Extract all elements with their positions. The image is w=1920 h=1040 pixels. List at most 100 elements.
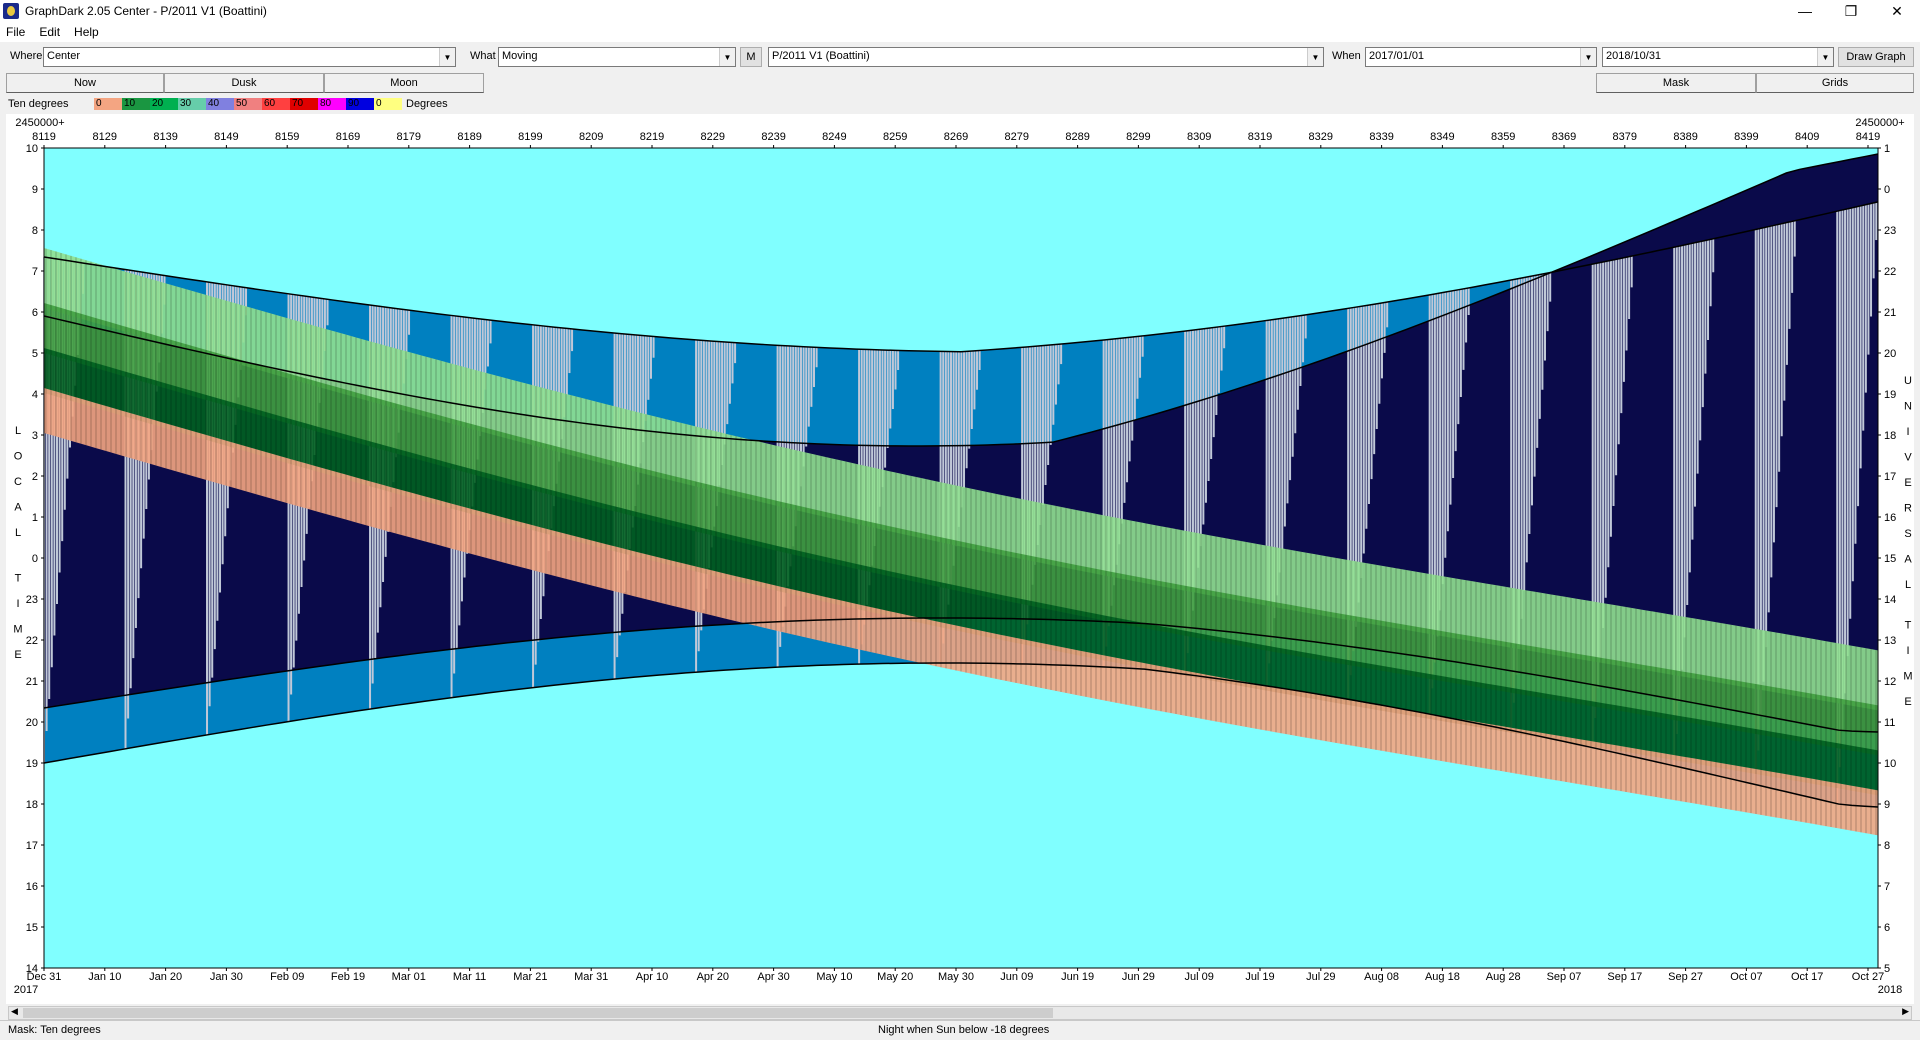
jd-tick: 8369: [1552, 131, 1576, 143]
restore-button[interactable]: ❐: [1828, 0, 1874, 22]
local-time-tick: 3: [32, 430, 38, 442]
chevron-down-icon: ▼: [1307, 48, 1323, 66]
local-time-tick: 15: [26, 922, 38, 934]
jd-tick: 8159: [275, 131, 299, 143]
close-button[interactable]: ✕: [1874, 0, 1920, 22]
ut-tick: 7: [1884, 881, 1890, 893]
ut-tick: 11: [1884, 717, 1895, 729]
jd-tick: 8349: [1430, 131, 1454, 143]
left-axis-letter: I: [16, 598, 19, 610]
jd-tick: 8339: [1369, 131, 1393, 143]
local-time-tick: 9: [32, 184, 38, 196]
right-axis-letter: E: [1904, 477, 1911, 489]
ut-tick: 20: [1884, 348, 1896, 360]
jd-tick: 8239: [761, 131, 785, 143]
menu-file[interactable]: File: [6, 25, 25, 39]
date-tick: Jul 29: [1306, 971, 1335, 983]
date-tick: Jan 30: [210, 971, 243, 983]
left-axis-letter: A: [14, 502, 22, 514]
legend-swatch: 90: [346, 98, 374, 110]
legend-swatch: 80: [318, 98, 346, 110]
when-end-select[interactable]: 2018/10/31 ▼: [1602, 47, 1834, 67]
scroll-left-icon[interactable]: ◀: [11, 1006, 18, 1017]
jd-tick: 8409: [1795, 131, 1819, 143]
jd-tick: 8219: [640, 131, 664, 143]
jd-tick: 8419: [1856, 131, 1880, 143]
local-time-tick: 0: [32, 553, 38, 565]
jd-tick: 8209: [579, 131, 603, 143]
where-select[interactable]: Center ▼: [43, 47, 456, 67]
tab-grids[interactable]: Grids: [1756, 73, 1914, 93]
right-tabs: Mask Grids: [1596, 73, 1914, 93]
jd-tick: 8129: [93, 131, 117, 143]
date-tick: Oct 27: [1852, 971, 1884, 983]
date-tick: Apr 10: [636, 971, 668, 983]
ut-tick: 6: [1884, 922, 1890, 934]
app-icon: [3, 3, 19, 19]
tab-mask[interactable]: Mask: [1596, 73, 1756, 93]
date-tick: Feb 19: [331, 971, 365, 983]
what-select[interactable]: Moving ▼: [498, 47, 736, 67]
legend-swatch: 0: [94, 98, 122, 110]
jd-tick: 8399: [1734, 131, 1758, 143]
darkness-graph: 2450000+ 2450000+8119 8129 8139 8149 8159 8169…: [13, 117, 1912, 996]
legend-bar: Ten degrees 0 10 20 30 40 50 60 70 80 90 0 Degrees: [6, 96, 1914, 112]
legend-swatch: 40: [206, 98, 234, 110]
jd-tick: 8119: [32, 131, 56, 143]
jd-prefix-left: 2450000+: [15, 117, 64, 129]
horizontal-scrollbar[interactable]: ◀ ▶: [8, 1006, 1912, 1020]
jd-tick: 8139: [153, 131, 177, 143]
legend-swatch: 50: [234, 98, 262, 110]
legend-swatch: 70: [290, 98, 318, 110]
right-axis-letter: N: [1904, 401, 1912, 413]
tab-now[interactable]: Now: [6, 73, 164, 93]
jd-prefix-right: 2450000+: [1855, 117, 1904, 129]
menu-help[interactable]: Help: [74, 25, 99, 39]
tab-dusk[interactable]: Dusk: [164, 73, 324, 93]
local-time-tick: 19: [26, 758, 38, 770]
status-bar: Mask: Ten degrees Night when Sun below -…: [0, 1020, 1920, 1040]
local-time-tick: 17: [26, 840, 38, 852]
left-axis-letter: M: [13, 624, 22, 636]
local-time-tick: 20: [26, 717, 38, 729]
date-tick: Jun 29: [1122, 971, 1155, 983]
m-button[interactable]: M: [740, 47, 762, 67]
date-tick: Mar 11: [453, 971, 486, 983]
ut-tick: 16: [1884, 512, 1896, 524]
date-tick: May 10: [816, 971, 852, 983]
when-start-select[interactable]: 2017/01/01 ▼: [1365, 47, 1597, 67]
object-select[interactable]: P/2011 V1 (Boattini) ▼: [768, 47, 1324, 67]
date-tick: Feb 09: [270, 971, 304, 983]
ut-tick: 14: [1884, 594, 1896, 606]
graph-panel[interactable]: 2450000+ 2450000+ 8119 8129 8139 8149 8159 8169…: [6, 114, 1914, 1004]
minimize-button[interactable]: —: [1782, 0, 1828, 22]
date-tick: Apr 30: [757, 971, 789, 983]
ut-tick: 21: [1884, 307, 1896, 319]
scroll-thumb[interactable]: [23, 1008, 1053, 1018]
chevron-down-icon: ▼: [439, 48, 455, 66]
menu-edit[interactable]: Edit: [39, 25, 60, 39]
jd-tick: 8319: [1248, 131, 1272, 143]
left-axis-letter: L: [15, 527, 21, 539]
when-label: When: [1332, 50, 1361, 62]
chevron-down-icon: ▼: [719, 48, 735, 66]
draw-graph-button[interactable]: Draw Graph: [1838, 47, 1914, 67]
scroll-right-icon[interactable]: ▶: [1902, 1006, 1909, 1017]
legend-swatches: 0 10 20 30 40 50 60 70 80 90 0: [94, 98, 402, 110]
right-axis-letter: V: [1904, 452, 1912, 464]
date-tick: Aug 28: [1486, 971, 1521, 983]
status-mask: Mask: Ten degrees: [8, 1024, 101, 1036]
jd-tick: 8149: [214, 131, 238, 143]
legend-swatch: 30: [178, 98, 206, 110]
local-time-tick: 7: [32, 266, 38, 278]
local-time-tick: 4: [32, 389, 38, 401]
local-time-tick: 1: [32, 512, 38, 524]
date-tick: Sep 17: [1607, 971, 1642, 983]
title-bar: GraphDark 2.05 Center - P/2011 V1 (Boatt…: [0, 0, 1920, 22]
tab-moon[interactable]: Moon: [324, 73, 484, 93]
local-time-tick: 14: [26, 963, 38, 975]
jd-tick: 8309: [1187, 131, 1211, 143]
legend-label: Ten degrees: [8, 98, 69, 110]
local-time-tick: 5: [32, 348, 38, 360]
legend-swatch: 0: [374, 98, 402, 110]
